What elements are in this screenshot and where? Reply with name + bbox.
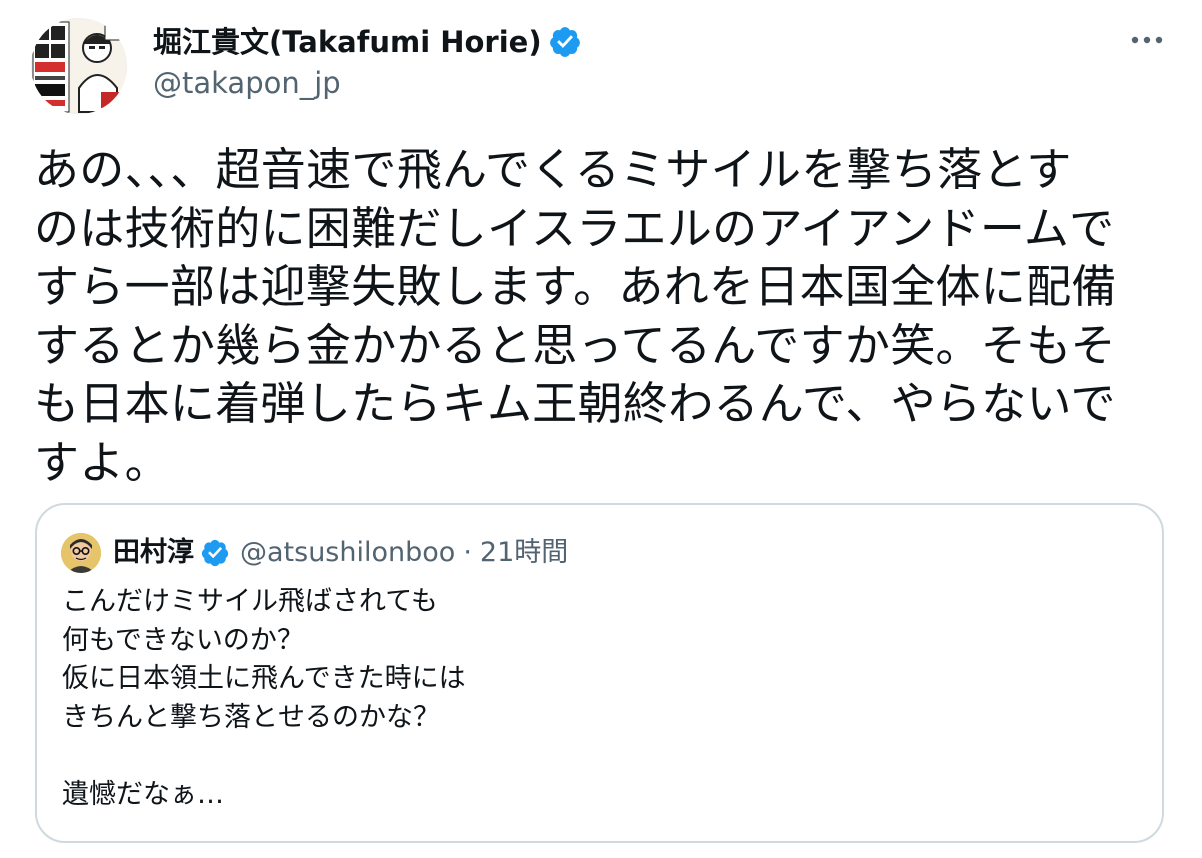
more-options-button[interactable] <box>1122 20 1172 60</box>
quoted-tweet-timestamp[interactable]: 21時間 <box>480 534 568 572</box>
verified-badge-icon <box>548 25 582 59</box>
quoted-author-handle: @atsushilonboo <box>240 537 456 568</box>
quoted-author-name: 田村淳 <box>113 537 194 568</box>
person-avatar <box>61 533 101 573</box>
author-name[interactable]: 堀江貴文(Takafumi Horie) <box>153 22 542 62</box>
quoted-tweet-text: こんだけミサイル飛ばされても 何もできないのか？ 仮に日本領土に飛んできた時には… <box>62 586 466 810</box>
author-name-row: 堀江貴文(Takafumi Horie) <box>153 22 582 62</box>
quoted-tweet-card[interactable]: 田村淳 @atsushilonboo · 21時間 こんだけミサイル飛ばされても… <box>35 503 1164 843</box>
verified-badge-icon <box>200 538 230 568</box>
more-dots-icon <box>1131 36 1163 44</box>
quoted-author-avatar[interactable] <box>61 533 101 573</box>
author-handle[interactable]: @takapon_jp <box>153 64 341 102</box>
book-cover-avatar <box>31 18 127 114</box>
author-avatar[interactable] <box>31 18 127 114</box>
quoted-tweet-header: 田村淳 @atsushilonboo · 21時間 <box>61 533 568 573</box>
separator-dot: · <box>463 537 472 568</box>
tweet: 堀江貴文(Takafumi Horie) @takapon_jp あの、、、超音… <box>0 0 1202 858</box>
tweet-text: あの、、、超音速で飛んでくるミサイルを撃ち落とす のは技術的に困難だしイスラエル… <box>34 143 1117 489</box>
